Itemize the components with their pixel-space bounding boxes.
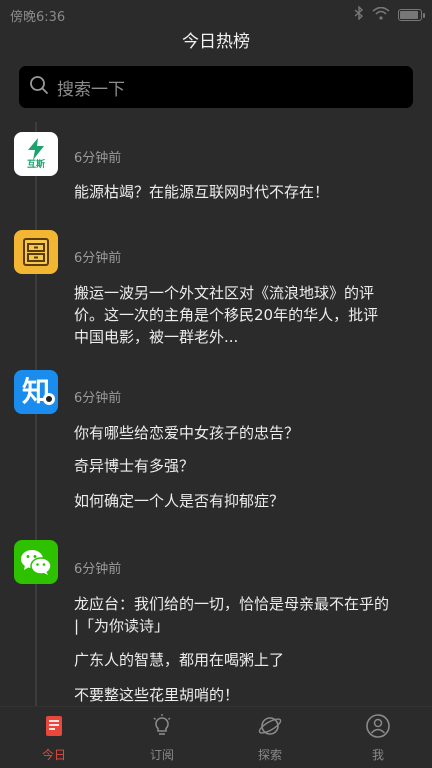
time-label: 6分钟前 [74, 562, 122, 577]
feed-item[interactable]: 你有哪些给恋爱中女孩子的忠告？ [74, 422, 394, 444]
bluetooth-icon [354, 5, 364, 24]
feed-item[interactable]: 不要整这些花里胡哨的！ [74, 684, 394, 706]
wifi-icon [372, 6, 390, 24]
tab-label: 我 [371, 748, 384, 762]
tab-subscribe[interactable]: 订阅 [108, 707, 216, 768]
feed-item[interactable]: 龙应台：我们给的一切，恰恰是母亲最不在乎的 |「为你读诗」 [74, 593, 390, 637]
timeline-line [35, 122, 37, 706]
search-icon [29, 75, 49, 99]
time-label: 6分钟前 [74, 151, 122, 166]
feed-item[interactable]: 奇异博士有多强？ [74, 455, 394, 477]
tab-label: 今日 [41, 748, 66, 762]
drawer-app-icon[interactable] [14, 230, 58, 274]
battery-icon [398, 9, 425, 21]
status-carrier: 傍晚6:36 [10, 9, 66, 25]
time-label: 6分钟前 [74, 391, 122, 406]
lightbulb-icon [149, 713, 175, 743]
tab-today[interactable]: 今日 [0, 707, 108, 768]
feed-list: 互斯 6分钟前 能源枯竭？在能源互联网时代不存在！ 6分钟前 搬运一波另一个外文… [0, 122, 432, 706]
lightning-app-icon[interactable]: 互斯 [14, 132, 58, 176]
time-label: 6分钟前 [74, 251, 122, 266]
planet-icon [257, 713, 283, 743]
feed-item[interactable]: 如何确定一个人是否有抑郁症？ [74, 490, 394, 512]
search-input[interactable]: 搜索一下 [57, 75, 125, 100]
search-bar[interactable]: 搜索一下 [19, 66, 413, 108]
tab-explore[interactable]: 探索 [216, 707, 324, 768]
tab-label: 探索 [257, 748, 282, 762]
feed-item[interactable]: 广东人的智慧，都用在喝粥上了 [74, 649, 394, 671]
person-icon [365, 713, 391, 743]
calendar-icon [41, 713, 67, 743]
tab-label: 订阅 [149, 748, 174, 762]
zhihu-app-icon[interactable]: 知 [14, 370, 58, 414]
wechat-app-icon[interactable] [14, 540, 58, 584]
feed-item[interactable]: 能源枯竭？在能源互联网时代不存在！ [74, 181, 394, 203]
tab-me[interactable]: 我 [324, 707, 432, 768]
feed-item[interactable]: 搬运一波另一个外文社区对《流浪地球》的评价。这一次的主角是个移民20年的华人，批… [74, 282, 390, 348]
status-bar: 傍晚6:36 [0, 0, 432, 30]
bottom-tab-bar: 今日 订阅 探索 我 [0, 706, 432, 768]
page-title: 今日热榜 [182, 32, 250, 52]
